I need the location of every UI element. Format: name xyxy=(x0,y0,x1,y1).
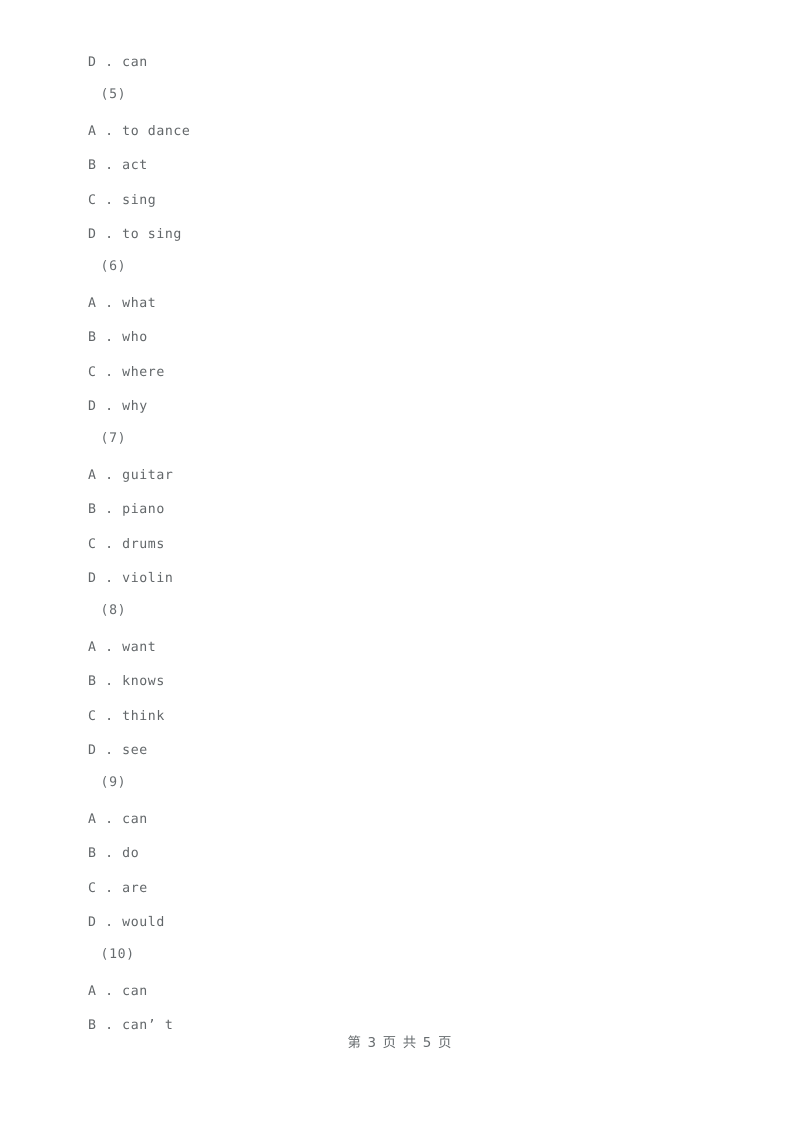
answer-option: A . want xyxy=(88,640,157,655)
answer-option: A . what xyxy=(88,296,157,311)
question-number: (5) xyxy=(92,87,127,102)
answer-option: A . can xyxy=(88,812,148,827)
answer-option: D . would xyxy=(88,915,165,930)
page-footer: 第 3 页 共 5 页 xyxy=(347,1036,453,1051)
answer-option: C . think xyxy=(88,709,165,724)
answer-option: A . to dance xyxy=(88,124,191,139)
answer-option: B . act xyxy=(88,158,148,173)
answer-option: D . can xyxy=(88,55,148,70)
question-number: (7) xyxy=(92,431,127,446)
question-number: (10) xyxy=(92,947,135,962)
answer-option: C . drums xyxy=(88,537,165,552)
answer-option: C . are xyxy=(88,881,148,896)
answer-option: C . where xyxy=(88,365,165,380)
answer-option: A . guitar xyxy=(88,468,174,483)
question-number: (8) xyxy=(92,603,127,618)
answer-option: D . to sing xyxy=(88,227,182,242)
answer-option: B . who xyxy=(88,330,148,345)
answer-option: B . knows xyxy=(88,674,165,689)
question-number: (9) xyxy=(92,775,127,790)
answer-option: C . sing xyxy=(88,193,157,208)
document-page: D . can (5) A . to dance B . act C . sing D … xyxy=(0,0,800,1132)
answer-option: B . do xyxy=(88,846,140,861)
answer-option: D . see xyxy=(88,743,148,758)
question-number: (6) xyxy=(92,259,127,274)
answer-option: D . why xyxy=(88,399,148,414)
answer-option: A . can xyxy=(88,984,148,999)
answer-option: D . violin xyxy=(88,571,174,586)
answer-option: B . piano xyxy=(88,502,165,517)
